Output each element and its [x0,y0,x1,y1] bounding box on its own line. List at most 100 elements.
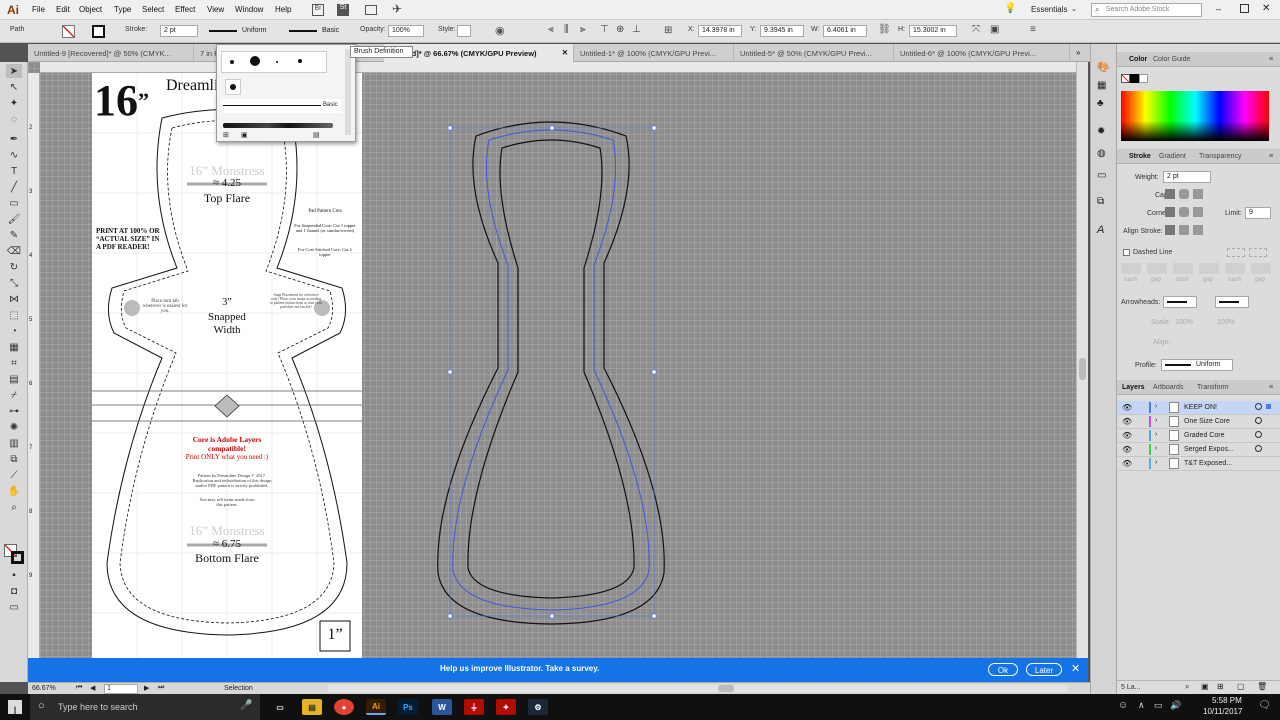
tab-artboards[interactable]: Artboards [1153,384,1183,391]
tab-untitled-5[interactable]: Untitled-5* @ 50% (CMYK/GPU Previ... [734,44,894,62]
zoom-tool-icon[interactable]: ⌕ [6,500,22,514]
layer-name[interactable]: Serged Expos... [1184,446,1234,453]
graph-tool-icon[interactable]: ▥ [6,436,22,450]
x-field[interactable]: 14.3978 in [698,25,742,37]
close-icon[interactable]: ✕ [1262,3,1270,14]
variable-width-profile[interactable]: Uniform [206,25,278,37]
dash-field[interactable] [1121,263,1141,274]
layer-name[interactable]: KEEP ON! [1184,404,1217,411]
slice-tool-icon[interactable]: ⟋ [6,468,22,482]
gap-field[interactable] [1251,263,1271,274]
color-mode-icon[interactable]: ▪ [6,568,22,582]
brushes-icon[interactable]: ◍ [1097,148,1106,159]
eye-icon[interactable]: 👁 [1122,459,1132,468]
scale-tool-icon[interactable]: ⤡ [6,276,22,290]
appearance-icon[interactable]: ✹ [1097,126,1105,137]
white-swatch[interactable] [1139,74,1148,83]
menu-file[interactable]: File [32,5,45,14]
h-field[interactable]: 15.3002 in [909,25,957,37]
survey-ok-button[interactable]: Ok [988,663,1018,676]
brush-row-dots[interactable] [221,51,327,73]
projecting-cap-icon[interactable] [1193,189,1203,199]
acrobat-icon[interactable]: ⏚ [464,699,484,715]
tab-layers[interactable]: Layers [1122,384,1145,391]
tab-transform[interactable]: Transform [1197,384,1229,391]
tab-color-guide[interactable]: Color Guide [1153,56,1190,63]
menu-select[interactable]: Select [142,5,164,14]
draw-mode-icon[interactable]: ◘ [6,584,22,598]
target-icon[interactable] [1255,431,1262,438]
expand-icon[interactable]: › [1155,445,1157,452]
prev-artboard-icon[interactable]: ◀ [90,684,95,692]
word-icon[interactable]: W [432,699,452,715]
paintbrush-icon[interactable]: 🖌 [6,212,22,226]
brush-dot-tiny[interactable] [276,61,278,63]
tab-stroke[interactable]: Stroke [1129,153,1151,160]
eyedropper-icon[interactable]: ⌿ [6,388,22,402]
taskbar-search[interactable]: ○ Type here to search 🎤 [30,694,260,720]
hand-tool-icon[interactable]: ✋ [6,484,22,498]
volume-icon[interactable]: 🔊 [1170,700,1181,711]
align-center-stroke-icon[interactable] [1165,225,1175,235]
first-artboard-icon[interactable]: ⏮ [76,684,82,692]
zoom-level[interactable]: 66.67% [32,685,56,692]
selected-core-shape[interactable] [436,118,676,628]
dash-preserve-icon[interactable] [1227,248,1245,257]
locate-object-icon[interactable]: ⌕ [1185,682,1189,692]
notifications-icon[interactable]: 🗨 [1258,700,1271,711]
file-explorer-icon[interactable]: ▤ [302,699,322,715]
symbols-icon[interactable]: ⧉ [1097,196,1104,207]
line-tool-icon[interactable]: ╱ [6,180,22,194]
scroll-thumb[interactable] [1079,358,1086,380]
brush-options-icon[interactable]: ▣ [241,131,248,139]
status-mode[interactable]: Selection [224,685,253,692]
expand-icon[interactable]: › [1155,417,1157,424]
align-left-icon[interactable]: ⫷ [548,24,554,35]
target-icon[interactable] [1255,445,1262,452]
tray-chevron-icon[interactable]: ∧ [1138,700,1145,711]
eraser-icon[interactable]: ⌫ [6,244,22,258]
menu-type[interactable]: Type [114,5,131,14]
fill-stroke-swatch[interactable] [4,544,24,564]
swatches-icon[interactable]: ♣ [1097,98,1104,109]
close-tab-icon[interactable]: ✕ [562,48,568,57]
rotate-tool-icon[interactable]: ↻ [6,260,22,274]
gap-field[interactable] [1147,263,1167,274]
app-icon[interactable]: ✦ [496,699,516,715]
menu-help[interactable]: Help [275,5,291,14]
pencil-icon[interactable]: ✎ [6,228,22,242]
align-right-icon[interactable]: ⫸ [580,24,586,35]
horizontal-scrollbar[interactable] [328,685,1068,692]
scale-end[interactable]: 100% [1217,319,1235,326]
eye-icon[interactable]: 👁 [1122,431,1132,440]
w-field[interactable]: 6.4061 in [823,25,867,37]
limit-field[interactable]: 9 [1245,207,1271,219]
expand-icon[interactable]: › [1155,403,1157,410]
target-icon[interactable] [1255,403,1262,410]
bevel-join-icon[interactable] [1193,207,1203,217]
selection-tool-icon[interactable]: ➤ [6,64,22,78]
y-field[interactable]: 9.3945 in [760,25,804,37]
type-tool-icon[interactable]: T [6,164,22,178]
survey-later-button[interactable]: Later [1026,663,1062,676]
screen-mode-icon[interactable]: ▭ [6,600,22,614]
steam-icon[interactable]: ⚙ [528,699,548,715]
brush-dot-medium[interactable] [298,59,302,63]
miter-join-icon[interactable] [1165,207,1175,217]
gpu-performance-icon[interactable]: ✈ [392,2,402,16]
bridge-icon[interactable]: Br [312,4,324,16]
none-swatch-icon[interactable] [1121,74,1130,83]
tab-untitled-1[interactable]: Untitled-1* @ 100% (CMYK/GPU Previ... [574,44,734,62]
target-icon[interactable] [1255,417,1262,424]
delete-brush-icon[interactable]: ▤ [313,131,320,139]
pattern-artboard[interactable]: 16” Dreamli 16” Monstress ≈ 4.25 Top Fla… [92,73,362,658]
layer-row[interactable]: 👁 › One Size Core [1117,415,1280,429]
end-arrowhead-select[interactable] [1215,296,1249,308]
make-clipping-mask-icon[interactable]: ▣ [1201,682,1209,691]
tab-gradient[interactable]: Gradient [1159,153,1186,160]
brush-row-basic[interactable]: Basic [221,99,341,113]
layer-row[interactable]: 👁 › T&T Exposed... [1117,457,1280,471]
panel-menu-icon[interactable]: ≡ [1269,384,1273,391]
fill-swatch[interactable] [62,25,75,38]
constrain-proportions-icon[interactable]: ⛓ [878,24,891,35]
